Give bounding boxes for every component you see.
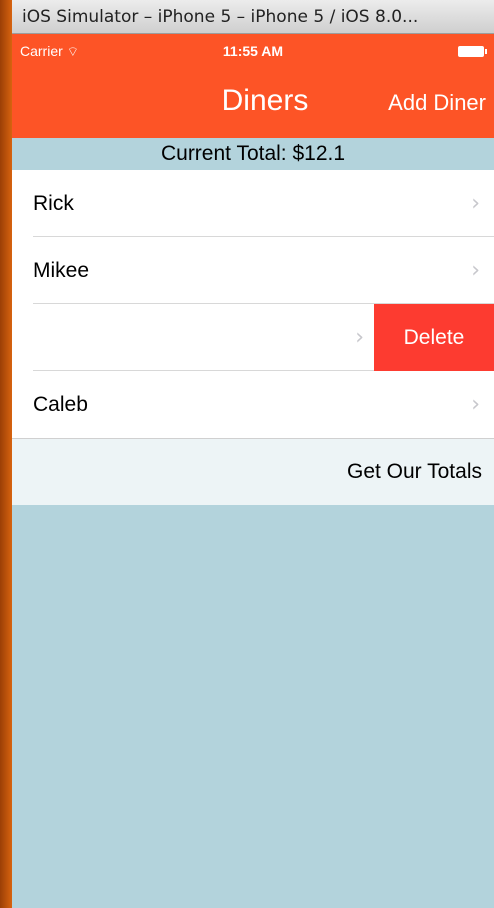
get-totals-button[interactable]: Get Our Totals — [12, 438, 494, 505]
add-diner-button[interactable]: Add Diner — [388, 90, 486, 116]
status-time: 11:55 AM — [222, 43, 284, 59]
simulator-window: iOS Simulator – iPhone 5 – iPhone 5 / iO… — [12, 0, 494, 908]
diner-name: Mikee — [33, 259, 90, 282]
desktop-background — [0, 0, 12, 908]
chevron-right-icon: › — [355, 325, 364, 350]
chevron-right-icon: › — [471, 392, 480, 417]
status-bar: Carrier ⌔ 11:55 AM — [12, 34, 494, 68]
diner-row-swiped[interactable]: › Delete — [12, 304, 494, 371]
chevron-right-icon: › — [471, 191, 480, 216]
diner-row-mikee[interactable]: Mikee › — [12, 237, 494, 304]
delete-button[interactable]: Delete — [374, 304, 494, 371]
diner-name: Caleb — [33, 393, 88, 416]
diner-row-rick[interactable]: Rick › — [12, 170, 494, 237]
battery-icon — [458, 46, 487, 57]
window-title: iOS Simulator – iPhone 5 – iPhone 5 / iO… — [12, 0, 494, 34]
current-total-label: Current Total: $12.1 — [12, 138, 494, 170]
chevron-right-icon: › — [471, 258, 480, 283]
phone-screen: Carrier ⌔ 11:55 AM Diners Add Diner Curre… — [12, 34, 494, 908]
diner-name: Rick — [33, 192, 74, 215]
swiped-row-content[interactable]: › — [12, 304, 374, 371]
diner-list: Rick › Mikee › › Delete Caleb › — [12, 170, 494, 438]
navigation-bar: Carrier ⌔ 11:55 AM Diners Add Diner — [12, 34, 494, 138]
diner-row-caleb[interactable]: Caleb › — [12, 371, 494, 438]
